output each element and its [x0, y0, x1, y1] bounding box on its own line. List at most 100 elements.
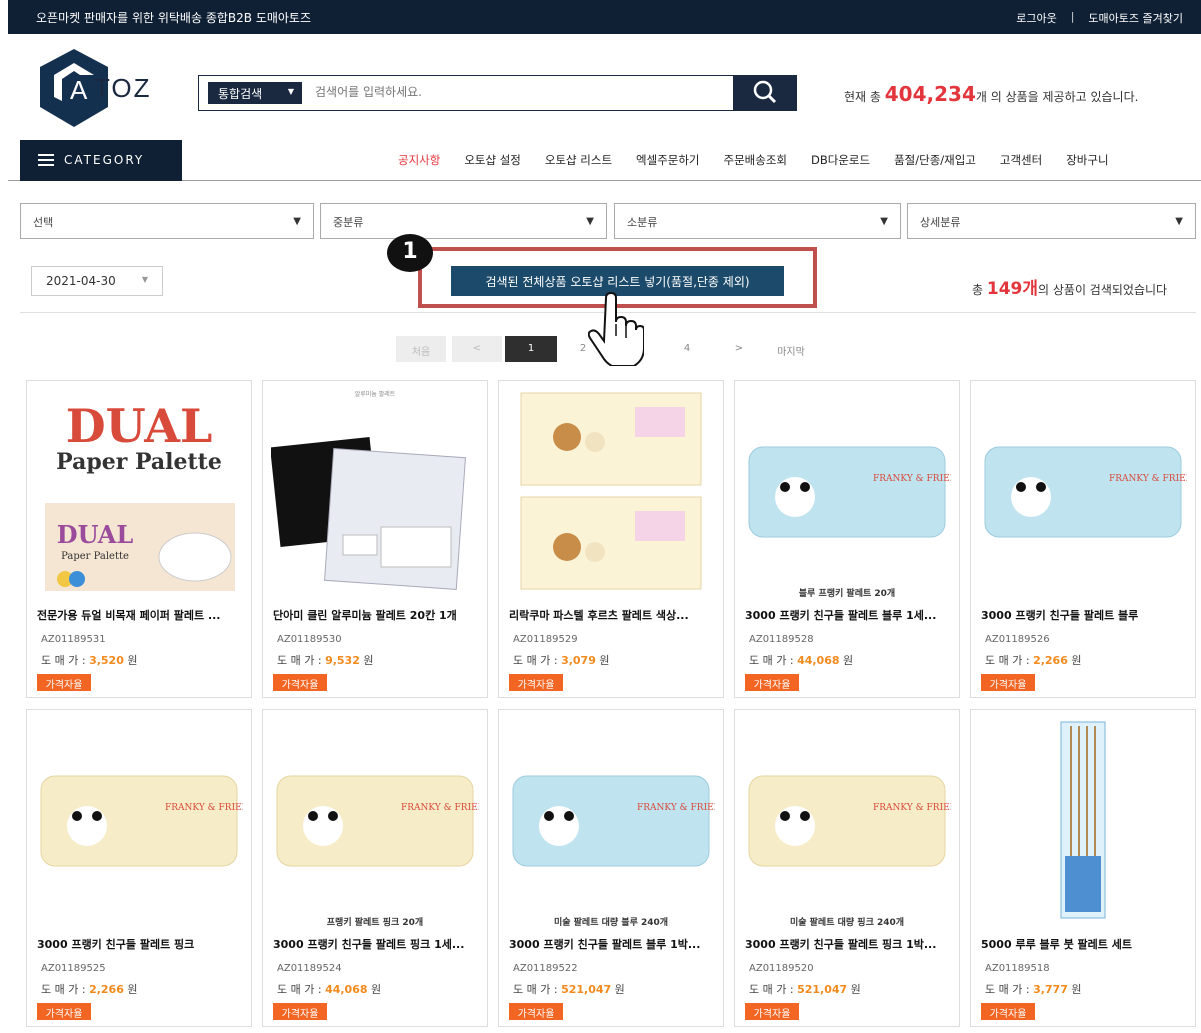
- product-card[interactable]: DUAL Paper Palette DUAL Paper Palette 전문…: [26, 380, 252, 698]
- price-free-badge: 가격자율: [981, 1003, 1035, 1020]
- product-card[interactable]: FRANKY & FRIENDS 블루 프랭키 팔레트 20개 3000 프랭키…: [734, 380, 960, 698]
- product-price: 도 매 가 : 9,532 원: [277, 652, 373, 668]
- page-prev[interactable]: <: [452, 336, 502, 362]
- nav-item-order-tracking[interactable]: 주문배송조회: [724, 152, 787, 168]
- product-title[interactable]: 3000 프랭키 친구들 팔레트 핑크 1세...: [273, 936, 485, 952]
- svg-text:FRANKY & FRIENDS: FRANKY & FRIENDS: [165, 803, 243, 813]
- product-title[interactable]: 5000 루루 블루 붓 팔레트 세트: [981, 936, 1193, 952]
- product-title[interactable]: 3000 프랭키 친구들 팔레트 블루 1박...: [509, 936, 721, 952]
- product-title[interactable]: 전문가용 듀얼 비목재 페이퍼 팔레트 ...: [37, 607, 249, 623]
- filter-label: 소분류: [627, 216, 658, 229]
- price-value: 521,047: [797, 983, 848, 996]
- chevron-down-icon: ▼: [141, 275, 148, 284]
- price-unit: 원: [371, 983, 382, 996]
- product-price: 도 매 가 : 521,047 원: [513, 981, 625, 997]
- price-free-badge: 가격자율: [273, 674, 327, 691]
- price-value: 3,079: [561, 654, 596, 667]
- nav-item-autoshop-settings[interactable]: 오토샵 설정: [464, 152, 521, 168]
- nav-item-excel-order[interactable]: 엑셀주문하기: [636, 152, 699, 168]
- stat-count: 404,234: [884, 82, 976, 106]
- product-card[interactable]: 리락쿠마 파스텔 후르츠 팔레트 색상... AZ01189529 도 매 가 …: [498, 380, 724, 698]
- product-code: AZ01189531: [41, 634, 106, 645]
- page-4[interactable]: 4: [661, 336, 713, 362]
- price-free-badge: 가격자율: [37, 674, 91, 691]
- product-code: AZ01189520: [749, 963, 814, 974]
- filter-select-detail[interactable]: 상세분류 ▼: [907, 203, 1196, 239]
- svg-text:TOZ: TOZ: [94, 73, 152, 103]
- search-scope-label: 통합검색: [218, 87, 263, 101]
- product-price: 도 매 가 : 44,068 원: [277, 981, 381, 997]
- price-free-badge: 가격자율: [745, 674, 799, 691]
- nav-item-autoshop-list[interactable]: 오토샵 리스트: [545, 152, 612, 168]
- product-image: FRANKY & FRIENDS: [512, 775, 715, 867]
- chevron-down-icon: ▼: [880, 216, 888, 227]
- logout-link[interactable]: 로그아웃: [1016, 10, 1056, 26]
- category-button[interactable]: CATEGORY: [20, 140, 182, 181]
- product-card[interactable]: 5000 루루 블루 붓 팔레트 세트 AZ01189518 도 매 가 : 3…: [970, 709, 1196, 1027]
- product-image: FRANKY & FRIENDS: [748, 775, 951, 867]
- product-image: 알루미늄 팔레트: [271, 387, 479, 597]
- nav-item-stock-status[interactable]: 품절/단종/재입고: [894, 152, 976, 168]
- product-title[interactable]: 3000 프랭키 친구들 팔레트 핑크: [37, 936, 249, 952]
- product-title[interactable]: 단아미 클린 알루미늄 팔레트 20칸 1개: [273, 607, 485, 623]
- product-image: FRANKY & FRIENDS: [40, 775, 243, 867]
- product-card[interactable]: FRANKY & FRIENDS 미술 팔레트 대량 블루 240개 3000 …: [498, 709, 724, 1027]
- date-select[interactable]: 2021-04-30 ▼: [31, 266, 163, 296]
- filter-select-mid[interactable]: 중분류 ▼: [320, 203, 607, 239]
- product-price: 도 매 가 : 3,079 원: [513, 652, 609, 668]
- product-title[interactable]: 3000 프랭키 친구들 팔레트 핑크 1박...: [745, 936, 957, 952]
- site-logo[interactable]: A TOZ: [40, 49, 170, 127]
- product-price: 도 매 가 : 3,520 원: [41, 652, 137, 668]
- price-unit: 원: [599, 654, 610, 667]
- filter-select-small[interactable]: 소분류 ▼: [614, 203, 901, 239]
- price-free-badge: 가격자율: [273, 1003, 327, 1020]
- product-image: [520, 392, 702, 590]
- result-suffix: 의 상품이 검색되었습니다: [1038, 283, 1168, 297]
- category-label: CATEGORY: [64, 153, 145, 167]
- product-card[interactable]: FRANKY & FRIENDS 3000 프랭키 친구들 팔레트 블루 AZ0…: [970, 380, 1196, 698]
- page-next[interactable]: >: [713, 336, 765, 362]
- price-value: 44,068: [797, 654, 840, 667]
- price-unit: 원: [843, 654, 854, 667]
- search-scope-select[interactable]: 통합검색 ▼: [208, 82, 302, 104]
- product-card[interactable]: FRANKY & FRIENDS 프랭키 팔레트 핑크 20개 3000 프랭키…: [262, 709, 488, 1027]
- product-price: 도 매 가 : 3,777 원: [985, 981, 1081, 997]
- svg-text:FRANKY & FRIENDS: FRANKY & FRIENDS: [873, 803, 951, 813]
- page-last[interactable]: 마지막: [765, 336, 817, 362]
- search-button[interactable]: [734, 75, 797, 111]
- stat-suffix: 개 의 상품을 제공하고 있습니다.: [975, 90, 1139, 104]
- price-label: 도 매 가 :: [277, 983, 322, 996]
- price-label: 도 매 가 :: [41, 654, 86, 667]
- stat-prefix: 현재 총: [844, 90, 881, 104]
- product-title[interactable]: 3000 프랭키 친구들 팔레트 블루: [981, 607, 1193, 623]
- chevron-down-icon: ▼: [293, 216, 301, 227]
- pointer-hand-icon: [588, 292, 644, 366]
- svg-text:A: A: [70, 75, 88, 105]
- price-unit: 원: [1071, 654, 1082, 667]
- product-image: [1060, 721, 1106, 919]
- product-card[interactable]: FRANKY & FRIENDS 3000 프랭키 친구들 팔레트 핑크 AZ0…: [26, 709, 252, 1027]
- page-1[interactable]: 1: [505, 336, 557, 362]
- price-label: 도 매 가 :: [749, 983, 794, 996]
- product-image: FRANKY & FRIENDS: [748, 446, 951, 538]
- search-input[interactable]: [315, 85, 715, 99]
- price-label: 도 매 가 :: [985, 654, 1030, 667]
- price-free-badge: 가격자율: [509, 1003, 563, 1020]
- image-caption: 미술 팔레트 대량 블루 240개: [553, 918, 669, 928]
- nav-item-notice[interactable]: 공지사항: [398, 152, 440, 168]
- product-card[interactable]: FRANKY & FRIENDS 미술 팔레트 대량 핑크 240개 3000 …: [734, 709, 960, 1027]
- nav-item-customer-center[interactable]: 고객센터: [1000, 152, 1042, 168]
- svg-text:FRANKY & FRIENDS: FRANKY & FRIENDS: [1109, 474, 1187, 484]
- product-title[interactable]: 리락쿠마 파스텔 후르츠 팔레트 색상...: [509, 607, 721, 623]
- page-first[interactable]: 처음: [396, 336, 446, 362]
- product-title[interactable]: 3000 프랭키 친구들 팔레트 블루 1세...: [745, 607, 957, 623]
- price-value: 3,520: [89, 654, 124, 667]
- nav-item-db-download[interactable]: DB다운로드: [811, 152, 870, 168]
- nav-item-cart[interactable]: 장바구니: [1066, 152, 1108, 168]
- bookmark-link[interactable]: 도매아토즈 즐겨찾기: [1088, 10, 1183, 26]
- filter-select-main[interactable]: 선택 ▼: [20, 203, 314, 239]
- product-card[interactable]: 알루미늄 팔레트 단아미 클린 알루미늄 팔레트 20칸 1개 AZ011895…: [262, 380, 488, 698]
- site-tagline: 오픈마켓 판매자를 위한 위탁배송 종합B2B 도매아토즈: [36, 11, 312, 25]
- result-prefix: 총: [972, 283, 984, 297]
- filter-label: 선택: [33, 216, 54, 229]
